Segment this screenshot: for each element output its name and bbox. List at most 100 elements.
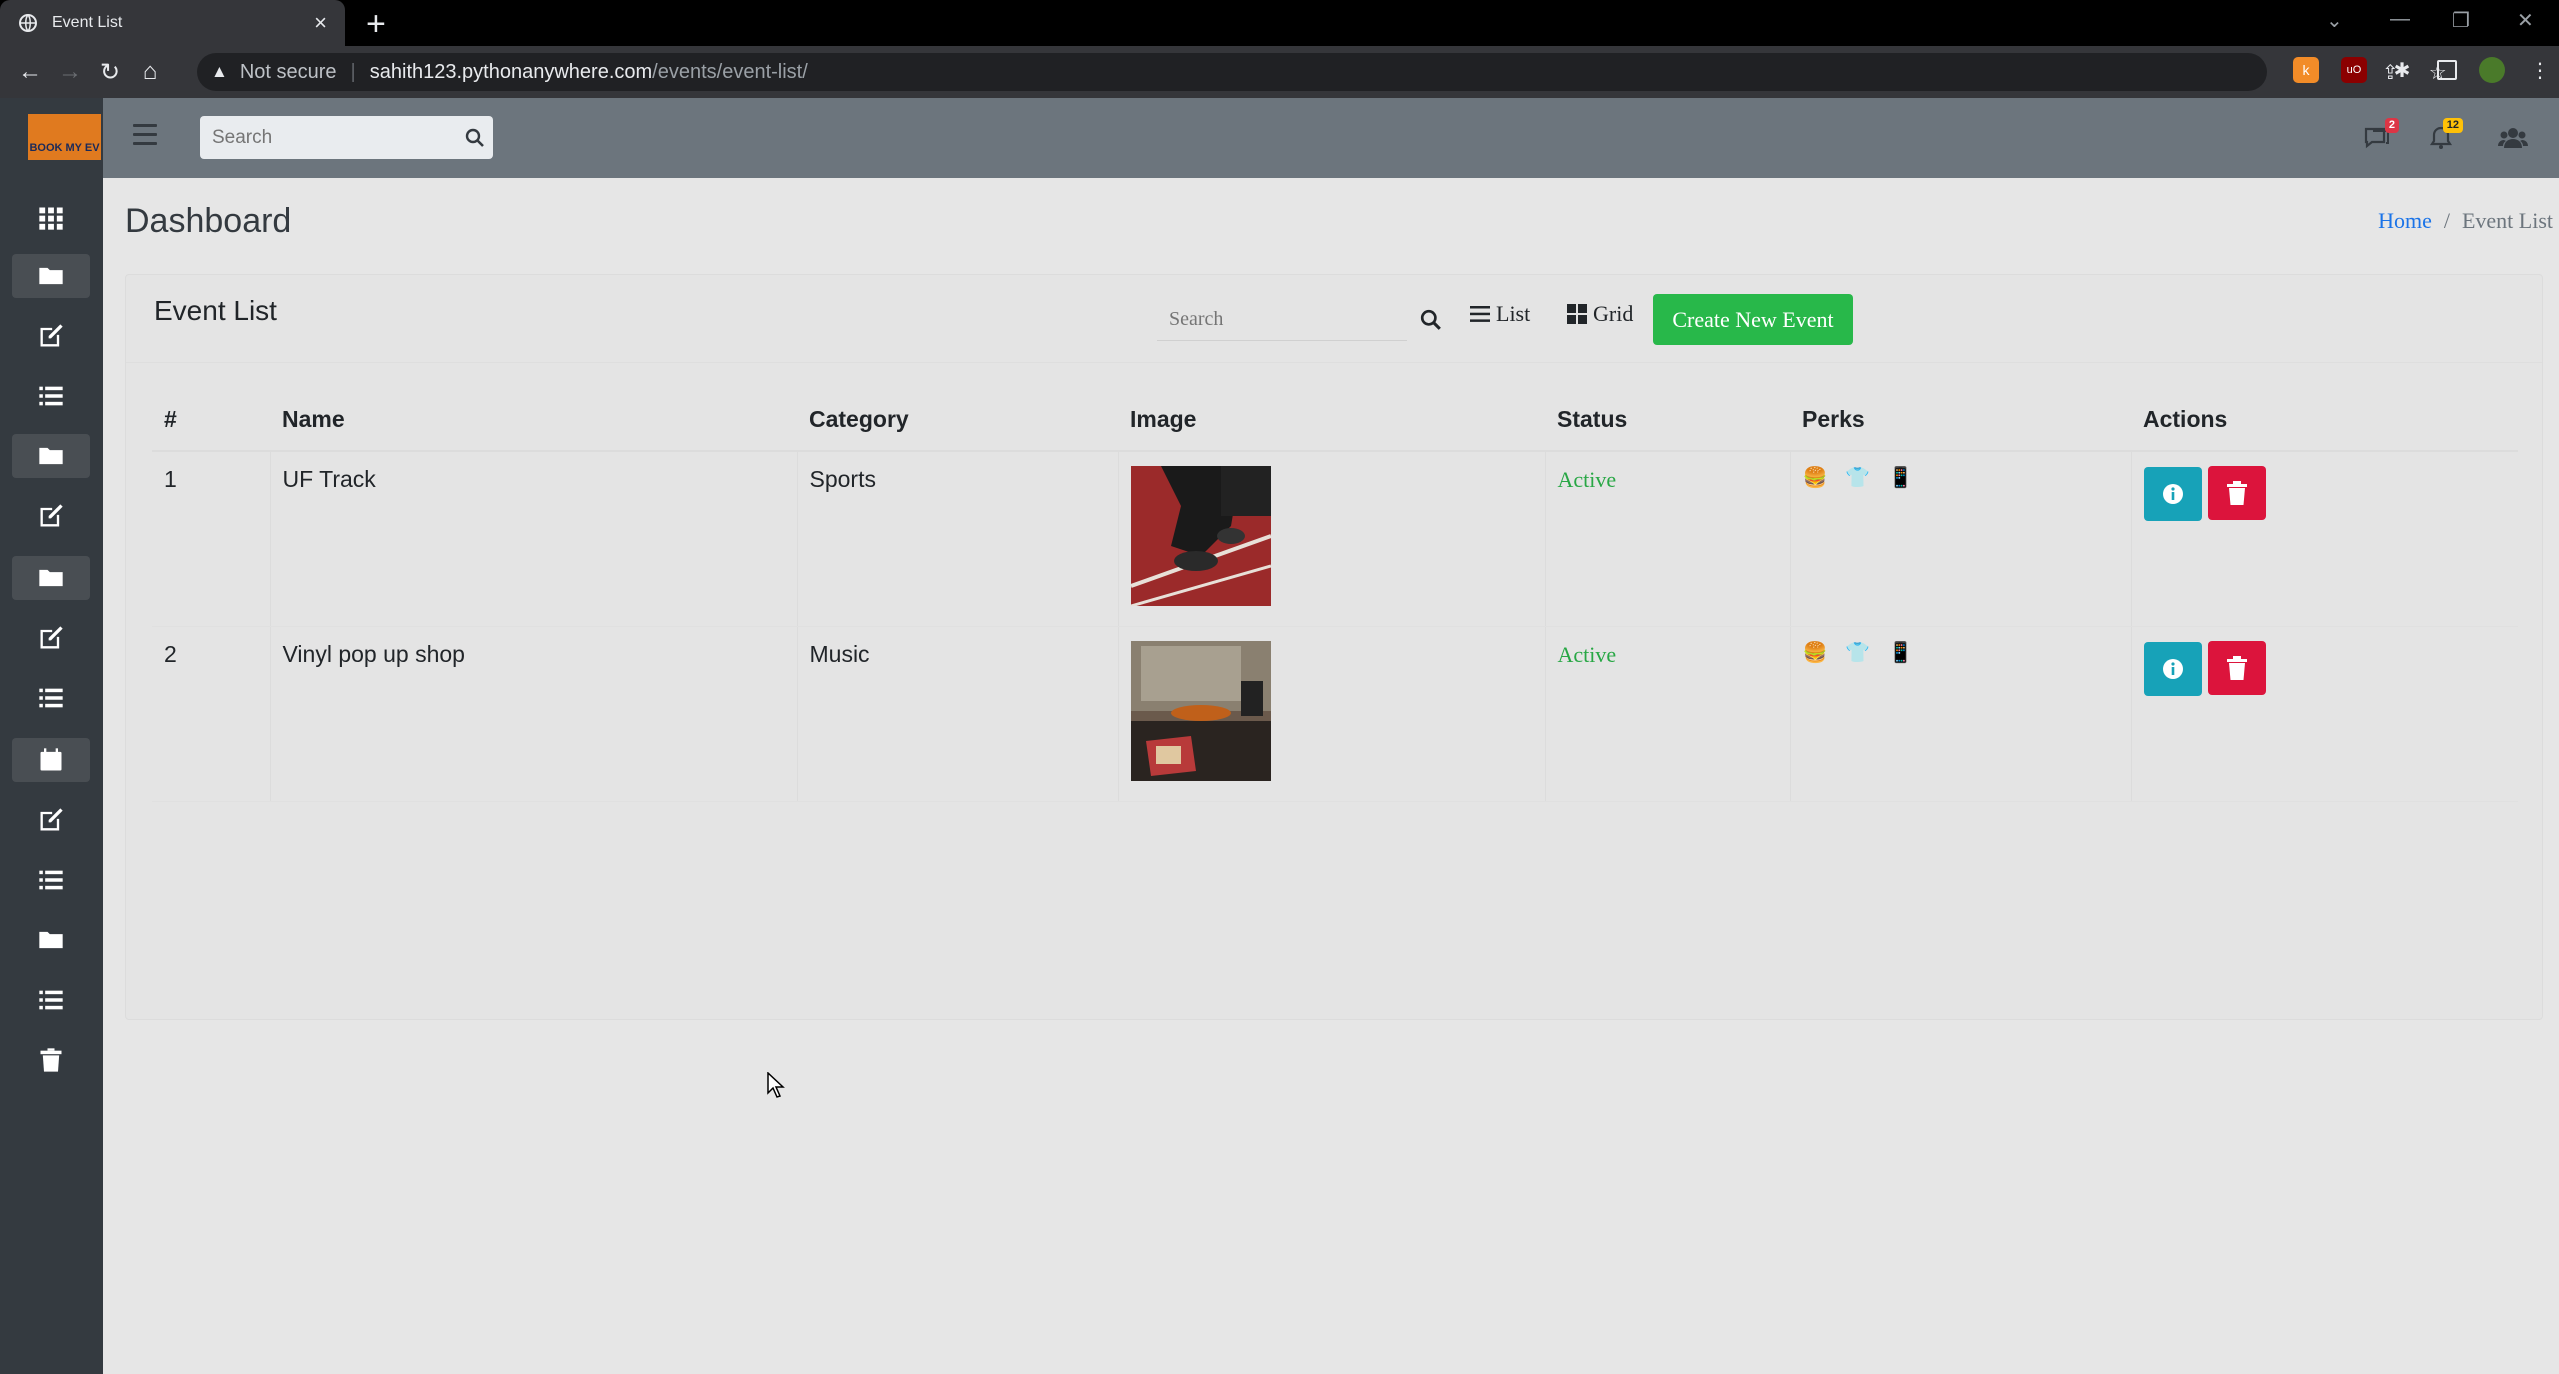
- sidebar-item-edit-3[interactable]: [12, 616, 90, 660]
- tab-search-icon[interactable]: ⌄: [2326, 8, 2343, 33]
- list-view-button[interactable]: List: [1470, 301, 1530, 327]
- page-title: Dashboard: [125, 202, 292, 240]
- url-separator: |: [350, 60, 356, 83]
- sidebar-item-edit-1[interactable]: [12, 314, 90, 358]
- sidebar-item-list-3[interactable]: [12, 858, 90, 902]
- sidebar-item-edit-4[interactable]: [12, 798, 90, 842]
- edit-icon: [40, 324, 63, 347]
- sidebar-item-dashboard[interactable]: [12, 196, 90, 240]
- status-badge: Active: [1557, 641, 1617, 667]
- users-icon[interactable]: [2495, 120, 2531, 156]
- grid-view-label: Grid: [1593, 301, 1634, 326]
- extensions-puzzle-icon[interactable]: ✱: [2389, 57, 2415, 83]
- event-name: UF Track: [270, 451, 798, 627]
- column-header-perks: Perks: [1790, 389, 2131, 452]
- sidebar-item-list-1[interactable]: [12, 374, 90, 418]
- event-image-cell: [1118, 451, 1546, 627]
- home-icon[interactable]: ⌂: [130, 52, 170, 92]
- sidebar: BOOK MY EV: [0, 98, 103, 1374]
- breadcrumb-separator: /: [2443, 208, 2450, 233]
- close-tab-icon[interactable]: ×: [314, 12, 327, 34]
- create-new-event-button[interactable]: Create New Event: [1653, 294, 1853, 345]
- table-row: 2 Vinyl pop up shop Music Active 🍔 👕 📱: [152, 626, 2518, 802]
- trash-icon: [40, 1048, 62, 1072]
- browser-toolbar: ← → ↻ ⌂ ▲ Not secure | sahith123.pythona…: [0, 46, 2559, 98]
- messages-icon[interactable]: 2: [2359, 118, 2399, 156]
- sidebar-item-trash[interactable]: [12, 1038, 90, 1082]
- back-icon[interactable]: ←: [10, 52, 50, 92]
- grid-view-button[interactable]: Grid: [1567, 301, 1633, 327]
- tablet-icon: 📱: [1888, 467, 1914, 489]
- list-icon: [39, 870, 63, 890]
- event-info-button[interactable]: [2143, 467, 2202, 521]
- reload-icon[interactable]: ↻: [90, 52, 130, 92]
- tshirt-icon: 👕: [1845, 467, 1871, 489]
- extension-orange-icon[interactable]: k: [2293, 57, 2319, 83]
- side-panel-icon[interactable]: [2437, 60, 2457, 80]
- folder-icon: [39, 447, 63, 465]
- list-view-label: List: [1496, 301, 1531, 326]
- event-name: Vinyl pop up shop: [270, 626, 798, 802]
- burger-icon: 🍔: [1802, 467, 1828, 489]
- sidebar-item-edit-2[interactable]: [12, 494, 90, 538]
- list-icon: [39, 688, 63, 708]
- event-search-icon[interactable]: [1416, 305, 1446, 335]
- event-status: Active: [1545, 451, 1791, 627]
- event-info-button[interactable]: [2143, 641, 2202, 696]
- column-header-category: Category: [797, 389, 1118, 452]
- navbar-search-input[interactable]: [200, 126, 457, 149]
- grid-icon: [39, 207, 63, 230]
- sidebar-item-folder-1[interactable]: [12, 254, 90, 298]
- profile-avatar[interactable]: [2479, 57, 2505, 83]
- card-title: Event List: [154, 295, 277, 326]
- sidebar-item-folder-2[interactable]: [12, 434, 90, 478]
- minimize-button[interactable]: —: [2390, 8, 2410, 31]
- folder-icon: [39, 931, 63, 949]
- address-bar[interactable]: ▲ Not secure | sahith123.pythonanywhere.…: [197, 53, 2447, 91]
- menu-toggle-icon[interactable]: [133, 124, 157, 148]
- info-icon: [2162, 658, 2183, 679]
- close-window-button[interactable]: ✕: [2517, 8, 2534, 33]
- card-header: Event List List Grid Create New Event: [126, 275, 2542, 363]
- event-image-cell: [1118, 626, 1546, 802]
- folder-icon: [39, 569, 63, 587]
- new-tab-button[interactable]: +: [366, 7, 386, 41]
- event-status: Active: [1545, 626, 1791, 802]
- restore-button[interactable]: ❐: [2452, 8, 2470, 33]
- forward-icon[interactable]: →: [50, 52, 90, 92]
- url-path: /events/event-list/: [652, 60, 808, 83]
- event-search-input[interactable]: [1157, 299, 1407, 340]
- event-delete-button[interactable]: [2207, 640, 2266, 695]
- status-badge: Active: [1557, 467, 1617, 492]
- table-header-row: # Name Category Image Status Perks Actio…: [152, 389, 2518, 452]
- breadcrumb: Home / Event List: [2378, 208, 2553, 234]
- top-navbar: 2 12: [103, 98, 2559, 178]
- event-actions: [2131, 451, 2518, 627]
- globe-icon: [19, 14, 37, 32]
- sidebar-item-folder-3[interactable]: [12, 556, 90, 600]
- notifications-bell-icon[interactable]: 12: [2423, 118, 2463, 156]
- edit-icon: [40, 808, 63, 831]
- sidebar-item-folder-4[interactable]: [12, 918, 90, 962]
- browser-menu-icon[interactable]: ⋮: [2527, 57, 2553, 83]
- app-logo[interactable]: BOOK MY EV: [28, 114, 101, 160]
- event-delete-button[interactable]: [2207, 466, 2266, 520]
- security-label: Not secure: [239, 60, 337, 83]
- ublock-icon[interactable]: uO: [2341, 57, 2367, 83]
- event-search: [1157, 299, 1407, 341]
- sidebar-item-list-4[interactable]: [12, 978, 90, 1022]
- trash-icon: [2226, 655, 2247, 680]
- event-actions: [2131, 626, 2518, 802]
- breadcrumb-current: Event List: [2461, 208, 2553, 233]
- tablet-icon: 📱: [1888, 641, 1914, 664]
- event-list-card: Event List List Grid Create New Event: [125, 274, 2543, 1020]
- sidebar-item-calendar[interactable]: [12, 738, 90, 782]
- edit-icon: [40, 504, 63, 527]
- search-icon[interactable]: [457, 128, 493, 148]
- calendar-icon: [40, 748, 62, 771]
- browser-tab[interactable]: Event List ×: [0, 0, 345, 46]
- sidebar-item-list-2[interactable]: [12, 676, 90, 720]
- tshirt-icon: 👕: [1845, 641, 1871, 664]
- breadcrumb-home-link[interactable]: Home: [2378, 208, 2432, 233]
- trash-icon: [2226, 481, 2247, 505]
